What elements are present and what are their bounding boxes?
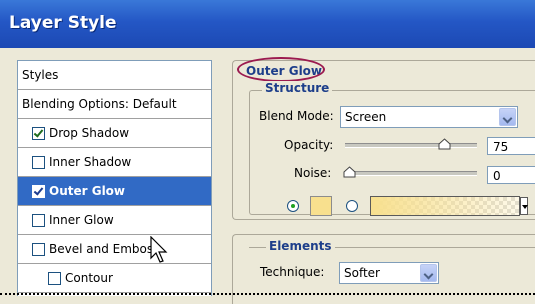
technique-select[interactable]: Softer bbox=[339, 262, 439, 284]
outer-glow-label: Outer Glow bbox=[49, 184, 126, 198]
contour-checkbox[interactable] bbox=[48, 271, 61, 285]
noise-slider-thumb[interactable] bbox=[343, 166, 356, 178]
glow-color-swatch[interactable] bbox=[310, 196, 332, 216]
opacity-label: Opacity: bbox=[284, 138, 334, 152]
drop-shadow-checkbox[interactable] bbox=[32, 126, 45, 140]
style-item-bevel-emboss[interactable]: Bevel and Emboss bbox=[18, 235, 211, 264]
blending-options-label: Blending Options: Default bbox=[22, 97, 177, 111]
style-item-contour[interactable]: Contour bbox=[18, 264, 211, 293]
glow-gradient-picker[interactable] bbox=[370, 196, 520, 216]
mouse-pointer-icon bbox=[150, 236, 168, 263]
style-item-outer-glow[interactable]: Outer Glow bbox=[18, 177, 211, 206]
chevron-down-icon[interactable] bbox=[420, 264, 437, 282]
opacity-slider-thumb[interactable] bbox=[438, 138, 451, 150]
styles-header-label: Styles bbox=[22, 68, 59, 82]
inner-shadow-checkbox[interactable] bbox=[32, 155, 45, 169]
bevel-emboss-checkbox[interactable] bbox=[32, 242, 45, 256]
style-item-drop-shadow[interactable]: Drop Shadow bbox=[18, 119, 211, 148]
blend-mode-value: Screen bbox=[345, 110, 387, 124]
outer-glow-checkbox[interactable] bbox=[32, 184, 45, 198]
contour-label: Contour bbox=[65, 271, 113, 285]
drop-shadow-label: Drop Shadow bbox=[49, 126, 130, 140]
inner-glow-label: Inner Glow bbox=[49, 213, 114, 227]
style-item-inner-glow[interactable]: Inner Glow bbox=[18, 206, 211, 235]
opacity-input[interactable]: 75 bbox=[487, 137, 535, 155]
chevron-down-icon[interactable] bbox=[499, 108, 516, 126]
crop-edge bbox=[0, 293, 535, 295]
technique-label: Technique: bbox=[260, 265, 325, 279]
noise-slider[interactable] bbox=[345, 171, 477, 176]
structure-title: Structure bbox=[262, 81, 333, 95]
title-highlight-oval bbox=[237, 57, 325, 82]
blend-mode-select[interactable]: Screen bbox=[340, 106, 518, 128]
gradient-dropdown-arrow[interactable] bbox=[520, 197, 528, 215]
title-bar: Layer Style bbox=[0, 0, 535, 48]
opacity-value: 75 bbox=[493, 140, 509, 154]
inner-glow-checkbox[interactable] bbox=[32, 213, 45, 227]
solid-color-radio[interactable] bbox=[287, 200, 299, 212]
noise-value: 0 bbox=[493, 169, 501, 183]
technique-value: Softer bbox=[344, 266, 380, 280]
blending-options-item[interactable]: Blending Options: Default bbox=[18, 90, 211, 119]
noise-input[interactable]: 0 bbox=[487, 166, 535, 184]
noise-label: Noise: bbox=[294, 166, 332, 180]
dialog-body: Styles Blending Options: Default Drop Sh… bbox=[0, 48, 535, 304]
window-title: Layer Style bbox=[9, 13, 117, 33]
bevel-emboss-label: Bevel and Emboss bbox=[49, 242, 160, 256]
styles-list: Styles Blending Options: Default Drop Sh… bbox=[17, 60, 212, 296]
elements-title: Elements bbox=[266, 239, 335, 253]
inner-shadow-label: Inner Shadow bbox=[49, 155, 132, 169]
blend-mode-label: Blend Mode: bbox=[259, 109, 334, 123]
styles-header[interactable]: Styles bbox=[18, 61, 211, 90]
opacity-slider[interactable] bbox=[345, 143, 477, 148]
gradient-radio[interactable] bbox=[346, 200, 358, 212]
style-item-inner-shadow[interactable]: Inner Shadow bbox=[18, 148, 211, 177]
